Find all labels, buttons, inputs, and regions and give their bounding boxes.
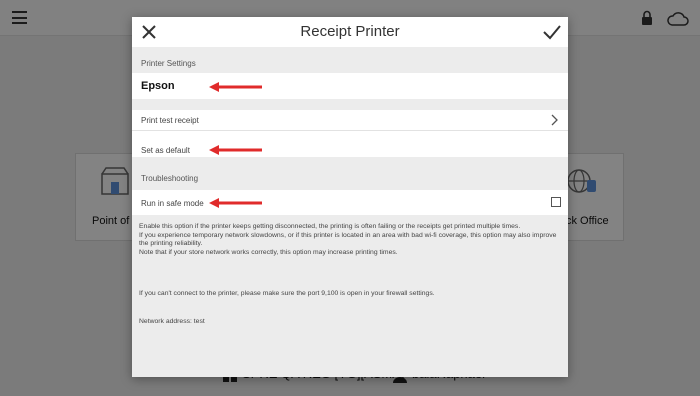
annotation-arrow-icon bbox=[209, 198, 262, 208]
dialog-header: Receipt Printer bbox=[132, 17, 568, 47]
chevron-right-icon bbox=[551, 114, 558, 126]
port-note: If you can't connect to the printer, ple… bbox=[139, 290, 435, 297]
safe-mode-row[interactable]: Run in safe mode bbox=[132, 190, 568, 215]
annotation-arrow-icon bbox=[209, 145, 262, 155]
dialog-title: Receipt Printer bbox=[300, 23, 400, 40]
printer-name-row[interactable]: Epson bbox=[132, 73, 568, 99]
print-test-receipt-row[interactable]: Print test receipt bbox=[132, 110, 568, 130]
set-as-default-row[interactable]: Set as default bbox=[132, 131, 568, 157]
annotation-arrow-icon bbox=[209, 82, 262, 92]
printer-name: Epson bbox=[141, 80, 175, 92]
safe-mode-checkbox[interactable] bbox=[551, 197, 561, 207]
description-line: Enable this option if the printer keeps … bbox=[139, 223, 521, 230]
network-address: Network address: test bbox=[139, 318, 205, 325]
set-as-default-label: Set as default bbox=[141, 146, 190, 155]
printer-settings-header: Printer Settings bbox=[141, 59, 196, 68]
description-line: Note that if your store network works co… bbox=[139, 248, 398, 256]
safe-mode-label: Run in safe mode bbox=[141, 199, 204, 208]
safe-mode-description: Enable this option if the printer keeps … bbox=[139, 223, 563, 257]
print-test-receipt-label: Print test receipt bbox=[141, 116, 199, 125]
receipt-printer-dialog: Receipt Printer Printer Settings Epson P… bbox=[132, 17, 568, 377]
checkmark-icon[interactable] bbox=[542, 23, 562, 41]
description-line: If you experience temporary network slow… bbox=[139, 231, 557, 248]
troubleshooting-header: Troubleshooting bbox=[141, 174, 199, 183]
